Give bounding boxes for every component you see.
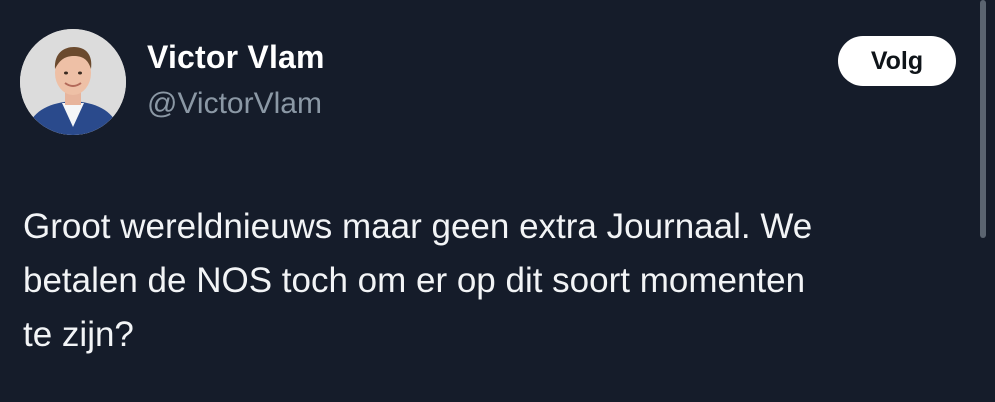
author-display-name[interactable]: Victor Vlam — [147, 39, 325, 76]
tweet-text-line: betalen de NOS toch om er op dit soort m… — [23, 261, 806, 300]
author-handle[interactable]: @VictorVlam — [147, 87, 322, 121]
tweet-text: Groot wereldnieuws maar geen extra Journ… — [23, 200, 963, 362]
tweet-text-line: te zijn? — [23, 315, 134, 354]
avatar[interactable] — [20, 29, 126, 135]
person-portrait-icon — [20, 29, 126, 135]
tweet-text-line: Groot wereldnieuws maar geen extra Journ… — [23, 207, 813, 246]
scrollbar[interactable] — [980, 0, 986, 238]
follow-button[interactable]: Volg — [838, 36, 956, 86]
tweet-card: Victor Vlam @VictorVlam Volg Groot werel… — [0, 0, 995, 402]
